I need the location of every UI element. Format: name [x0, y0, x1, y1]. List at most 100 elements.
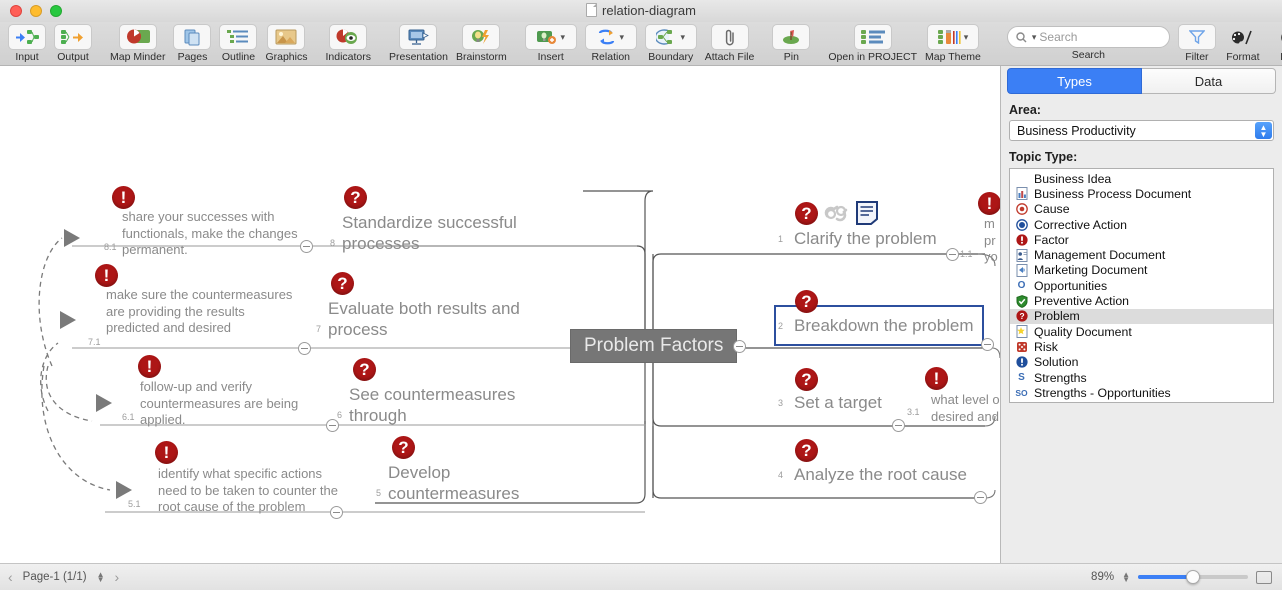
list-item[interactable]: Cause — [1010, 202, 1273, 217]
toolbar-item-attach-file[interactable]: Attach File — [701, 22, 759, 64]
node-1-collapse-toggle[interactable] — [946, 248, 959, 261]
list-item[interactable]: O Opportunities — [1010, 278, 1273, 293]
map-theme-icon[interactable]: ▾ — [926, 24, 979, 50]
chevron-updown-icon[interactable]: ▲ ▼ — [1255, 122, 1272, 139]
map-node-8-1-text[interactable]: 8.1 share your successes with functional… — [104, 209, 304, 259]
info-icon[interactable] — [1270, 24, 1282, 50]
list-item[interactable]: Corrective Action — [1010, 217, 1273, 232]
format-icon[interactable] — [1224, 24, 1262, 50]
chevron-down-icon[interactable]: ▾ — [1032, 32, 1037, 43]
previous-page-button[interactable]: ‹ — [8, 569, 13, 585]
toolbar-item-open-in-project[interactable]: Open in PROJECT — [824, 22, 921, 64]
map-node-8-text[interactable]: 8 Standardize successful processes — [330, 212, 545, 254]
zoom-slider-knob[interactable] — [1186, 570, 1200, 584]
fit-to-window-icon[interactable] — [1256, 570, 1272, 584]
insert-icon[interactable]: ▾ — [524, 24, 577, 50]
map-node-7[interactable]: ? — [331, 272, 354, 295]
input-icon[interactable] — [8, 24, 46, 50]
toolbar-item-outline[interactable]: Outline — [215, 22, 261, 64]
toolbar-item-presentation[interactable]: Presentation — [385, 22, 452, 64]
map-node-3-1-text[interactable]: 3.1 what level o desired and — [907, 392, 1000, 425]
node-3-collapse-toggle[interactable] — [892, 419, 905, 432]
toolbar-item-search[interactable]: ▾ Search Search — [1003, 22, 1174, 62]
map-node-8[interactable]: ? — [344, 186, 367, 209]
pin-icon[interactable] — [772, 24, 811, 50]
list-item[interactable]: S Strengths — [1010, 370, 1273, 385]
toolbar-item-filter[interactable]: Filter — [1174, 22, 1220, 64]
output-icon[interactable] — [54, 24, 92, 50]
toolbar-item-input[interactable]: Input — [4, 22, 50, 64]
toolbar-item-indicators[interactable]: Indicators — [321, 22, 375, 64]
map-node-6[interactable]: ? — [353, 358, 376, 381]
node-2-collapse-toggle[interactable] — [981, 338, 994, 351]
list-item[interactable]: Marketing Document — [1010, 263, 1273, 278]
map-node-1-1[interactable]: ! — [978, 192, 1000, 215]
toolbar-item-brainstorm[interactable]: Brainstorm — [452, 22, 511, 64]
presentation-icon[interactable] — [399, 24, 438, 50]
toolbar-item-map-theme[interactable]: ▾ Map Theme — [921, 22, 985, 64]
indicators-icon[interactable] — [329, 24, 368, 50]
list-item[interactable]: Risk — [1010, 339, 1273, 354]
list-item[interactable]: Factor — [1010, 232, 1273, 247]
toolbar-item-pin[interactable]: Pin — [768, 22, 814, 64]
list-item[interactable]: Quality Document — [1010, 324, 1273, 339]
filter-icon[interactable] — [1177, 24, 1216, 50]
area-select[interactable]: Business Productivity ▲ ▼ — [1009, 120, 1274, 141]
map-node-5-text[interactable]: 5 Develop countermeasures — [376, 462, 566, 504]
relation-icon[interactable]: ▾ — [584, 24, 637, 50]
map-node-5-1-text[interactable]: 5.1 identify what specific actions need … — [128, 466, 348, 516]
toolbar-item-pages[interactable]: Pages — [169, 22, 215, 64]
node-4-collapse-toggle[interactable] — [974, 491, 987, 504]
chevron-down-icon[interactable]: ▾ — [619, 32, 624, 43]
map-node-3-1[interactable]: ! — [925, 367, 948, 390]
map-node-3-text[interactable]: 3 Set a target — [778, 392, 882, 413]
map-node-7-1-text[interactable]: 7.1 make sure the countermeasures are pr… — [88, 287, 298, 347]
root-node[interactable]: Problem Factors — [570, 329, 738, 363]
toolbar-item-info[interactable]: Info — [1266, 22, 1282, 64]
outline-icon[interactable] — [219, 24, 258, 50]
toolbar-item-format[interactable]: Format — [1220, 22, 1266, 64]
chevron-down-icon[interactable]: ▾ — [560, 32, 565, 43]
chevron-down-icon[interactable]: ▾ — [680, 32, 685, 43]
chevron-down-icon[interactable]: ▾ — [964, 32, 969, 43]
list-item[interactable]: Business Idea — [1010, 171, 1273, 186]
list-item[interactable]: ST Strengths - Threats — [1010, 400, 1273, 402]
map-node-5[interactable]: ? — [392, 436, 415, 459]
map-node-2-text[interactable]: 2 Breakdown the problem — [778, 315, 974, 336]
pages-icon[interactable] — [173, 24, 212, 50]
page-stepper[interactable]: ▲ ▼ — [97, 571, 105, 584]
map-node-5-1[interactable]: ! — [155, 441, 178, 464]
list-item[interactable]: Business Process Document — [1010, 186, 1273, 201]
zoom-stepper[interactable]: ▲ ▼ — [1122, 571, 1130, 584]
map-node-2[interactable]: ? — [795, 290, 818, 313]
graphics-icon[interactable] — [267, 24, 306, 50]
search-input[interactable]: ▾ Search — [1006, 26, 1170, 48]
map-minder-icon[interactable] — [118, 24, 157, 50]
map-node-7-text[interactable]: 7 Evaluate both results and process — [316, 298, 556, 340]
map-node-8-1[interactable]: ! — [112, 186, 135, 209]
node-7-collapse-toggle[interactable] — [298, 342, 311, 355]
boundary-icon[interactable]: ▾ — [644, 24, 697, 50]
mindmap-canvas[interactable]: Problem Factors ? 8 Standardize successf… — [0, 66, 1000, 563]
map-node-4-text[interactable]: 4 Analyze the root cause — [778, 464, 967, 485]
map-node-1-text[interactable]: 1 Clarify the problem — [778, 228, 937, 249]
map-node-6-1-text[interactable]: 6.1 follow-up and verify countermeasures… — [122, 379, 322, 429]
toolbar-item-map-minder[interactable]: Map Minder — [106, 22, 169, 64]
list-item[interactable]: Preventive Action — [1010, 293, 1273, 308]
attach-file-icon[interactable] — [710, 24, 749, 50]
map-node-3[interactable]: ? — [795, 368, 818, 391]
list-item[interactable]: Solution — [1010, 355, 1273, 370]
tab-types[interactable]: Types — [1007, 68, 1142, 94]
root-collapse-toggle[interactable] — [733, 340, 746, 353]
topic-type-list[interactable]: Business Idea Business Process Document … — [1009, 168, 1274, 403]
map-node-1-icons[interactable]: ? — [795, 201, 878, 225]
map-node-6-text[interactable]: 6 See countermeasures through — [337, 384, 567, 426]
toolbar-item-relation[interactable]: ▾ Relation — [581, 22, 641, 64]
toolbar-item-output[interactable]: Output — [50, 22, 96, 64]
toolbar-item-graphics[interactable]: Graphics — [261, 22, 311, 64]
list-item[interactable]: SO Strengths - Opportunities — [1010, 385, 1273, 400]
toolbar-item-insert[interactable]: ▾ Insert — [521, 22, 581, 64]
node-6-collapse-toggle[interactable] — [326, 419, 339, 432]
toolbar-item-boundary[interactable]: ▾ Boundary — [641, 22, 701, 64]
tab-data[interactable]: Data — [1142, 68, 1276, 94]
